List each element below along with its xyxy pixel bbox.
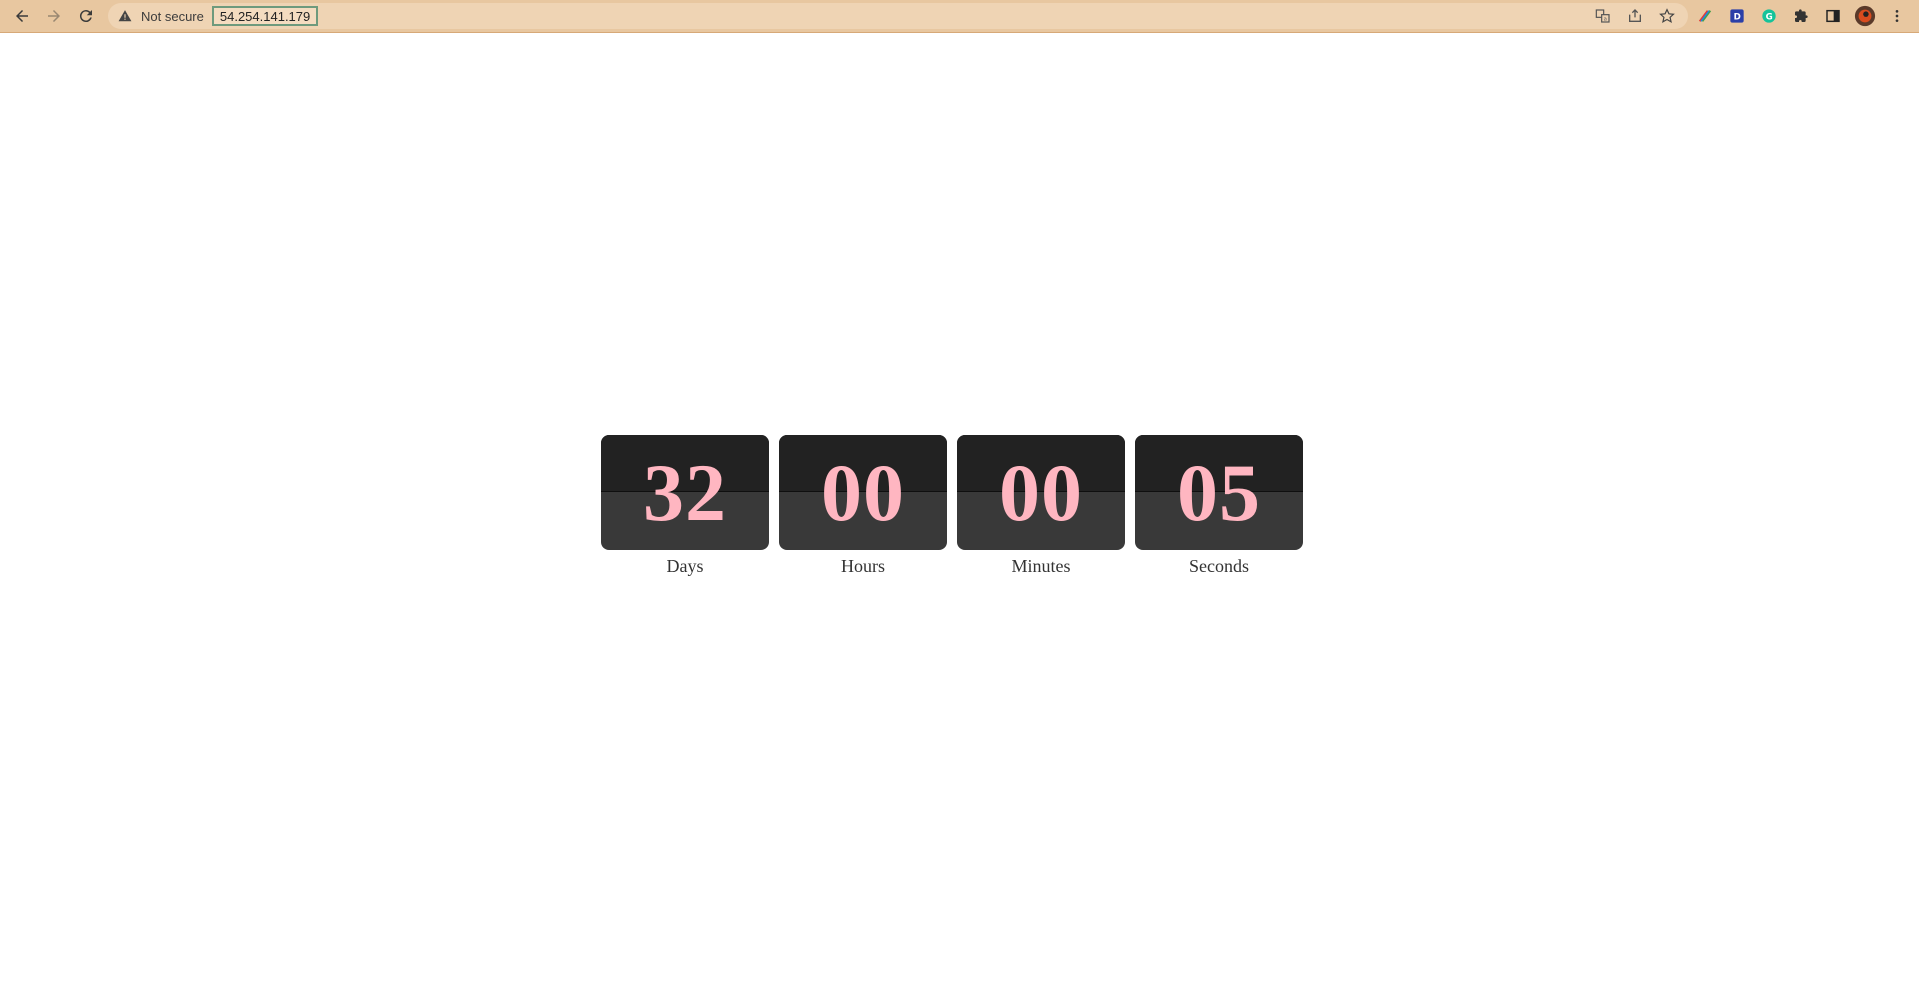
hours-label: Hours: [841, 556, 885, 576]
seconds-value: 05: [1177, 446, 1261, 538]
color-picker-extension-icon[interactable]: [1694, 5, 1716, 27]
hours-value: 00: [821, 446, 905, 538]
countdown-unit-seconds: 05 Seconds: [1135, 435, 1303, 577]
kebab-menu-icon[interactable]: [1886, 5, 1908, 27]
security-status[interactable]: Not secure: [141, 9, 204, 24]
flip-card-days: 32: [601, 435, 769, 550]
days-value: 32: [643, 446, 727, 538]
back-button[interactable]: [6, 1, 38, 31]
star-icon[interactable]: [1658, 7, 1676, 25]
reload-button[interactable]: [70, 1, 102, 31]
translate-icon[interactable]: a: [1594, 7, 1612, 25]
flip-card-hours: 00: [779, 435, 947, 550]
back-arrow-icon: [16, 10, 28, 22]
seconds-label: Seconds: [1189, 556, 1249, 576]
countdown-unit-minutes: 00 Minutes: [957, 435, 1125, 577]
days-label: Days: [666, 556, 704, 576]
svg-text:a: a: [1604, 17, 1607, 23]
svg-text:G: G: [1766, 12, 1773, 22]
d-extension-icon[interactable]: D: [1726, 5, 1748, 27]
address-bar[interactable]: Not secure 54.254.141.179 a: [108, 3, 1688, 29]
reload-icon: [79, 10, 92, 23]
grammarly-extension-icon[interactable]: G: [1758, 5, 1780, 27]
flip-card-seconds: 05: [1135, 435, 1303, 550]
url-text[interactable]: 54.254.141.179: [211, 6, 319, 26]
countdown-unit-days: 32 Days: [601, 435, 769, 577]
countdown-timer: 32 Days 00 Hours 00 Minutes 05 Seconds: [601, 435, 1303, 577]
side-panel-icon[interactable]: [1822, 5, 1844, 27]
flip-card-minutes: 00: [957, 435, 1125, 550]
svg-text:D: D: [1734, 12, 1741, 22]
forward-button[interactable]: [38, 1, 70, 31]
countdown-unit-hours: 00 Hours: [779, 435, 947, 577]
browser-toolbar: Not secure 54.254.141.179 a D G: [0, 0, 1919, 33]
avatar-icon[interactable]: [1854, 5, 1876, 27]
minutes-value: 00: [999, 446, 1083, 538]
puzzle-icon[interactable]: [1790, 5, 1812, 27]
minutes-label: Minutes: [1011, 556, 1071, 576]
warning-triangle-icon[interactable]: [118, 8, 134, 24]
forward-arrow-icon: [48, 10, 60, 22]
share-icon[interactable]: [1626, 7, 1644, 25]
